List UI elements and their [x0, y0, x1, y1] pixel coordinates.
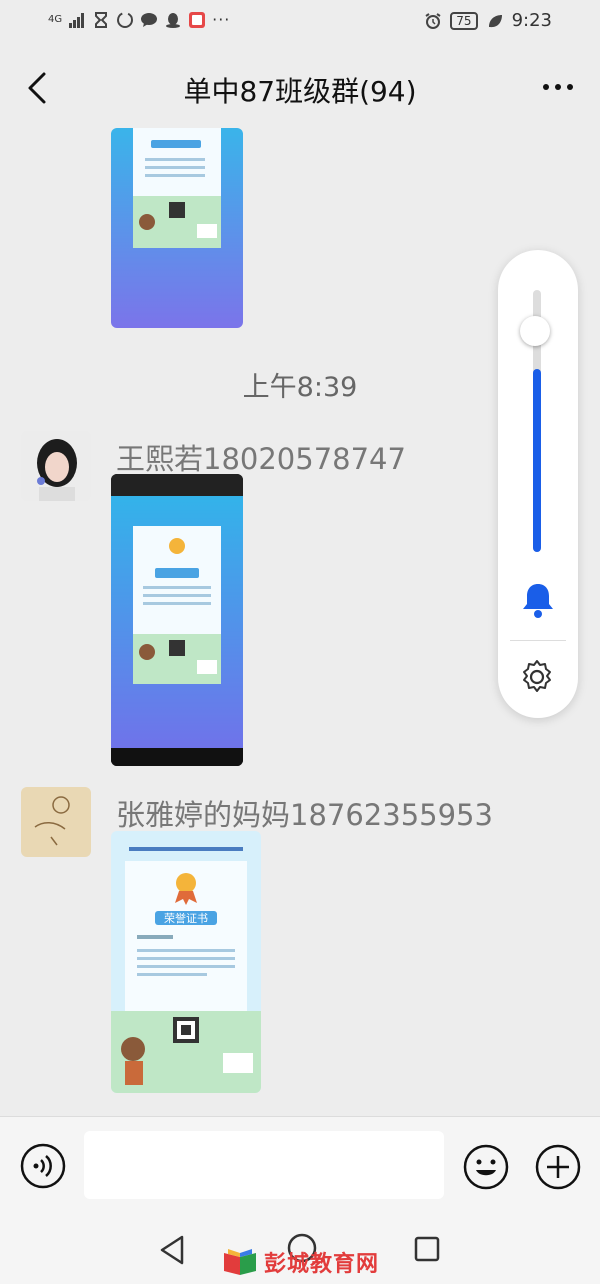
sender-name: 王熙若18020578747 [116, 442, 406, 476]
chat-input-bar [0, 1116, 600, 1203]
certificate-title: 荣誉证书 [164, 911, 208, 925]
clock: 9:23 [511, 10, 552, 31]
certificate-thumbnail: 荣誉证书 [111, 831, 261, 1093]
qq-notification-icon [166, 12, 181, 28]
app-notification-icon [189, 11, 206, 28]
volume-divider [510, 640, 566, 641]
signal-icon [69, 12, 85, 28]
screenshot-thumbnail [111, 474, 243, 766]
watermark: 彭城教育网 [222, 1246, 379, 1278]
battery-level: 75 [450, 11, 478, 30]
nav-recent-apps-icon[interactable] [414, 1236, 440, 1262]
volume-fill [533, 369, 541, 552]
voice-input-icon[interactable] [20, 1143, 66, 1189]
sync-icon [117, 11, 134, 28]
alarm-icon [425, 12, 441, 29]
avatar-sender2[interactable] [21, 787, 91, 857]
nav-back-icon[interactable] [158, 1234, 186, 1266]
volume-panel [498, 250, 578, 718]
more-options-icon[interactable] [538, 72, 578, 102]
emoji-icon[interactable] [462, 1143, 510, 1191]
gear-icon[interactable] [518, 658, 556, 696]
avatar-sender1[interactable] [21, 431, 91, 501]
screenshot-image-message[interactable] [111, 474, 243, 766]
volume-slider-knob[interactable] [520, 316, 550, 346]
status-right: 75 9:23 [424, 10, 552, 31]
watermark-text: 彭城教育网 [264, 1252, 380, 1277]
network-label: 4G [48, 14, 63, 25]
more-notifications-icon: ··· [212, 10, 231, 29]
book-logo-icon [224, 1249, 256, 1275]
status-bar: 4G ··· 75 9:23 [0, 0, 600, 48]
leaf-icon [488, 14, 502, 27]
avatar-drawing [21, 787, 91, 857]
certificate-image-message[interactable]: 荣誉证书 [111, 831, 261, 1093]
message-input[interactable] [84, 1131, 444, 1199]
bell-icon[interactable] [518, 580, 558, 620]
chat-notification-icon [141, 12, 158, 27]
certificate-image-message[interactable] [111, 128, 243, 328]
chat-header: 单中87班级群(94) [0, 48, 600, 128]
chat-title: 单中87班级群(94) [183, 75, 417, 108]
sender-name: 张雅婷的妈妈18762355953 [116, 798, 493, 832]
hourglass-icon [95, 11, 108, 28]
status-left: 4G ··· [48, 10, 230, 29]
certificate-thumbnail [111, 128, 243, 328]
avatar-photo [21, 431, 91, 501]
plus-icon[interactable] [534, 1143, 582, 1191]
